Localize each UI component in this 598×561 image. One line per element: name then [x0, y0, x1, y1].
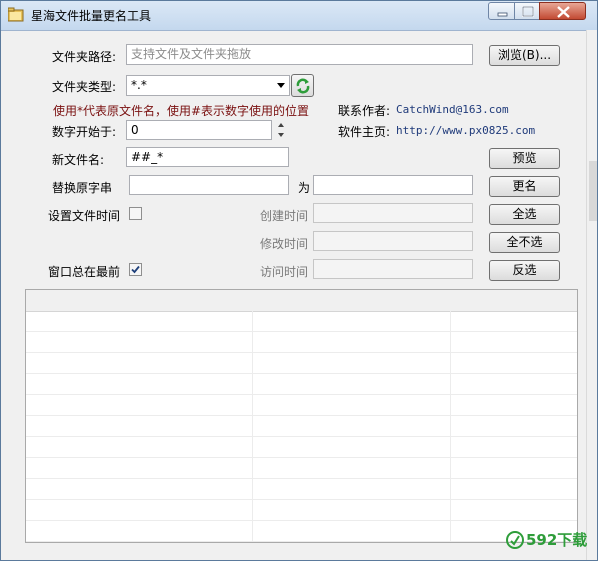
modified-time-label: 修改时间 [260, 237, 309, 251]
close-icon [557, 6, 570, 18]
select-all-button[interactable]: 全选 [489, 204, 560, 225]
minimize-icon [497, 12, 508, 17]
replace-with-label: 为 [298, 181, 311, 195]
watermark-logo: 592下载 [504, 527, 596, 555]
start-number-label: 数字开始于: [52, 125, 117, 139]
select-none-button[interactable]: 全不选 [489, 232, 560, 253]
accessed-time-label: 访问时间 [260, 265, 309, 279]
table-row[interactable] [26, 395, 577, 416]
table-row[interactable] [26, 521, 577, 542]
table-row[interactable] [26, 458, 577, 479]
file-list[interactable] [25, 289, 578, 543]
table-row[interactable] [26, 416, 577, 437]
preview-button[interactable]: 预览 [489, 148, 560, 169]
homepage-link[interactable]: http://www.px0825.com [396, 124, 535, 137]
replace-find-input[interactable] [129, 175, 289, 195]
browse-button[interactable]: 浏览(B)... [489, 45, 560, 66]
new-name-input[interactable]: ##_* [126, 147, 289, 167]
always-on-top-checkbox[interactable] [129, 263, 142, 276]
folder-path-input[interactable]: 支持文件及文件夹拖放 [126, 44, 473, 65]
table-row[interactable] [26, 500, 577, 521]
table-row[interactable] [26, 311, 577, 332]
new-name-label: 新文件名: [52, 153, 105, 167]
minimize-button[interactable] [488, 2, 515, 20]
folder-path-placeholder: 支持文件及文件夹拖放 [131, 47, 252, 61]
start-number-value: 0 [131, 123, 139, 137]
window-scrollbar[interactable] [586, 30, 597, 560]
homepage-label: 软件主页: [338, 125, 391, 139]
contact-email[interactable]: CatchWind@163.com [396, 103, 509, 116]
scrollbar-thumb[interactable] [589, 161, 597, 221]
start-number-spinner[interactable] [275, 120, 287, 140]
app-window: 星海文件批量更名工具 文件夹路径: 支持文件及文件夹拖放 浏览(B)... 文件… [0, 0, 598, 561]
invert-selection-button[interactable]: 反选 [489, 260, 560, 281]
table-row[interactable] [26, 353, 577, 374]
folder-path-label: 文件夹路径: [52, 50, 117, 64]
maximize-button[interactable] [514, 2, 540, 20]
accessed-time-input[interactable] [313, 259, 473, 279]
spinner-arrows-icon [278, 123, 284, 137]
hint-text: 使用*代表原文件名，使用#表示数字使用的位置 [53, 104, 310, 118]
leaf-icon [506, 531, 524, 549]
created-time-label: 创建时间 [260, 209, 309, 223]
chevron-down-icon [277, 83, 285, 88]
start-number-input[interactable]: 0 [126, 120, 272, 140]
rename-button[interactable]: 更名 [489, 176, 560, 197]
table-row[interactable] [26, 332, 577, 353]
refresh-icon [296, 78, 310, 94]
always-on-top-label: 窗口总在最前 [48, 265, 121, 279]
refresh-button[interactable] [291, 74, 314, 97]
file-type-label: 文件夹类型: [52, 80, 117, 94]
folder-icon [8, 7, 24, 22]
watermark-text: 592下载 [526, 531, 588, 549]
title-bar[interactable]: 星海文件批量更名工具 [1, 1, 597, 31]
maximize-icon [522, 6, 534, 17]
contact-label: 联系作者: [338, 104, 391, 118]
modified-time-input[interactable] [313, 231, 473, 251]
table-row[interactable] [26, 437, 577, 458]
replace-with-input[interactable] [313, 175, 473, 195]
file-list-header[interactable] [26, 290, 577, 312]
replace-label: 替换原字串 [52, 181, 113, 195]
set-time-label: 设置文件时间 [48, 209, 121, 223]
close-button[interactable] [539, 2, 586, 20]
new-name-value: ##_* [131, 150, 164, 164]
table-row[interactable] [26, 479, 577, 500]
file-type-value: *.* [131, 78, 147, 92]
set-time-checkbox[interactable] [129, 207, 142, 220]
window-title: 星海文件批量更名工具 [31, 9, 152, 23]
checkmark-icon [131, 265, 140, 274]
table-row[interactable] [26, 374, 577, 395]
created-time-input[interactable] [313, 203, 473, 223]
file-type-select[interactable]: *.* [126, 75, 290, 96]
